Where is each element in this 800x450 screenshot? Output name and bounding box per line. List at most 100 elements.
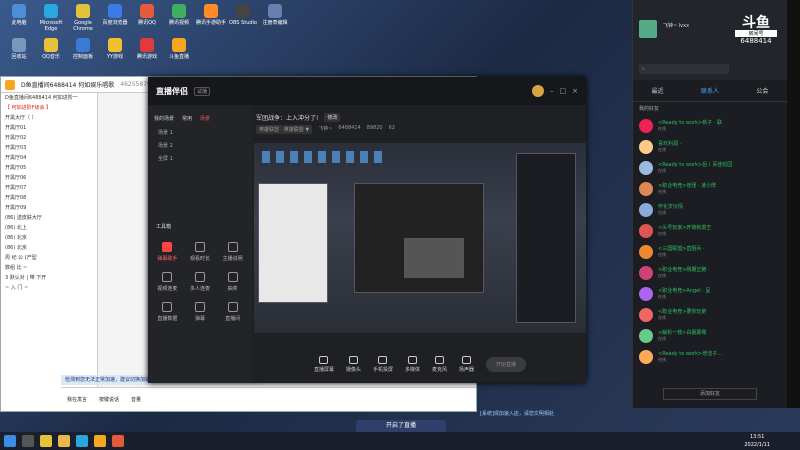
channel-row[interactable]: (86) 北上 [1, 223, 97, 233]
avatar[interactable] [639, 20, 657, 38]
channel-row[interactable]: ~ 入 门 ~ [1, 283, 97, 293]
assistant-header[interactable]: 直播伴侣 试播 – □ × [148, 77, 586, 105]
channel-row[interactable]: 开黑厅04 [1, 153, 97, 163]
channel-row[interactable]: 【 何如进阶F级会 】 [1, 103, 97, 113]
tool-icon [194, 242, 205, 252]
friends-tab[interactable]: 最近 [652, 86, 664, 95]
channel-row[interactable]: 开黑厅02 [1, 133, 97, 143]
channel-row[interactable]: (86) 送皮肤大厅 [1, 213, 97, 223]
client-bottom-button[interactable]: 按键说话 [99, 396, 119, 403]
desktop-icon[interactable]: Google Chrome [68, 4, 98, 32]
qq-icon[interactable] [76, 435, 88, 447]
online-count: 62 [388, 125, 395, 131]
client-bottom-button[interactable]: 音量 [131, 396, 141, 403]
tool-button[interactable]: 直播数据 [152, 302, 183, 322]
tool-button[interactable]: 多人连麦 [185, 272, 216, 292]
scene-item[interactable]: 场景 1 [148, 126, 252, 139]
avatar[interactable] [532, 85, 544, 97]
list-item[interactable]: <职业电竞>佳瑾 · 凌小阵 在线 [633, 178, 787, 199]
tab-2[interactable]: 场景 [200, 115, 210, 122]
scene-item[interactable]: 全屏 1 [148, 152, 252, 165]
desktop-icon[interactable]: YY游戏 [100, 38, 130, 60]
control-button[interactable]: 手机投屏 [373, 355, 393, 373]
category-select[interactable]: 英雄联盟 · 英雄联盟 ▼ [256, 125, 313, 134]
list-item[interactable]: 怀化岁仪情 在线 [633, 199, 787, 220]
desktop-icon[interactable]: 斗鱼直播 [164, 38, 194, 60]
live-started-tab[interactable]: 开启了直播 [356, 420, 446, 432]
channel-row[interactable]: D鱼直播间6488414 何如进阶一 [1, 93, 97, 103]
control-button[interactable]: 多媒体 [405, 355, 420, 373]
close-icon[interactable]: × [572, 87, 578, 95]
channel-row[interactable]: 开黑厅06 [1, 173, 97, 183]
desktop-icon[interactable]: 控制面板 [68, 38, 98, 60]
channel-row[interactable]: (86) 北京 [1, 243, 97, 253]
channel-row[interactable]: 3 默认对 | 带 下开 [1, 273, 97, 283]
channel-row[interactable]: 开黑大厅（ ） [1, 113, 97, 123]
search-icon[interactable] [22, 435, 34, 447]
desktop-icon[interactable]: 注册表编辑 [260, 4, 290, 26]
list-item[interactable]: <Ready to work>新子 · 联在线 [633, 115, 787, 136]
channel-row[interactable]: 开黑厅03 [1, 143, 97, 153]
channel-row[interactable]: 周 纪 公 (产型 [1, 253, 97, 263]
list-item[interactable]: <职业电竞>要你玩弟 在线 [633, 304, 787, 325]
channel-row[interactable]: 开黑厅07 [1, 183, 97, 193]
edit-title-button[interactable]: 修改 [324, 113, 341, 122]
start-live-button[interactable]: 开始直播 [486, 356, 527, 372]
channel-row[interactable]: 开黑厅08 [1, 193, 97, 203]
list-item[interactable]: <Ready to work>培洁子... 在线 [633, 346, 787, 367]
channel-row[interactable]: 开黑厅05 [1, 163, 97, 173]
client-bottom-button[interactable]: 我在发言 [67, 396, 87, 403]
yy-icon[interactable] [112, 435, 124, 447]
desktop-icon[interactable]: QQ音乐 [36, 38, 66, 60]
scene-item[interactable]: 场景 2 [148, 139, 252, 152]
channel-row[interactable]: 数组 比 ~ [1, 263, 97, 273]
list-item[interactable]: <职业电竞>Angel · 呈在线 [633, 283, 787, 304]
tool-icon [162, 242, 173, 252]
maximize-icon[interactable]: □ [560, 87, 567, 95]
friends-tab[interactable]: 公会 [756, 86, 768, 95]
desktop-icon[interactable]: 腾讯视频 [164, 4, 194, 26]
desktop-icon[interactable]: OBS Studio [228, 4, 258, 26]
desktop-icon[interactable]: Microsoft Edge [36, 4, 66, 32]
list-item[interactable]: <三国联盟>直阻兵 · 在线 [633, 241, 787, 262]
list-item[interactable]: <Ready to work>后丨百佳松园 在线 [633, 157, 787, 178]
channel-row[interactable]: (86) 北京 [1, 233, 97, 243]
desktop-icon[interactable]: 回收站 [4, 38, 34, 60]
friend-name: <头号玩家>开荷就虐王 [658, 225, 712, 231]
tab-0[interactable]: 我的场景 [154, 115, 174, 122]
add-friend-button[interactable]: 添加好友 [663, 388, 757, 400]
stream-preview[interactable] [254, 143, 586, 333]
control-button[interactable]: 直播屏幕 [314, 355, 334, 373]
windows-start-icon[interactable] [4, 435, 16, 447]
channel-row[interactable]: 开黑厅01 [1, 123, 97, 133]
tool-button[interactable]: 直播间 [217, 302, 248, 322]
tool-button[interactable]: 观看时长 [185, 242, 216, 262]
folder-icon[interactable] [58, 435, 70, 447]
tool-button[interactable]: 视频连麦 [152, 272, 183, 292]
desktop-icon[interactable]: 百度浏览器 [100, 4, 130, 26]
friends-tab[interactable]: 联系人 [701, 86, 719, 95]
list-item[interactable]: <解析一枝>白蕾蘑骞 在线 [633, 325, 787, 346]
minimize-icon[interactable]: – [550, 87, 554, 95]
chrome-icon[interactable] [40, 435, 52, 447]
list-item[interactable]: <职业电竞>刚期正脆 · 在线 [633, 262, 787, 283]
list-item[interactable]: 喜欢利润 · 在线 [633, 136, 787, 157]
control-button[interactable]: 麦克风 [432, 355, 447, 373]
tool-button[interactable]: 主播说明 [217, 242, 248, 262]
channel-row[interactable]: 开黑厅09 [1, 203, 97, 213]
list-item[interactable]: <头号玩家>开荷就虐王 在线 [633, 220, 787, 241]
tab-1[interactable]: 常用 [182, 115, 192, 122]
tool-button[interactable]: 抽奖 [217, 272, 248, 292]
tool-button[interactable]: 弹幕助手 [152, 242, 183, 262]
desktop-icon[interactable]: 腾讯手游助手 [196, 4, 226, 26]
friend-status: 在线 [658, 189, 666, 194]
system-clock[interactable]: 13:51 2022/1/11 [744, 433, 770, 449]
desktop-icon[interactable]: 此电脑 [4, 4, 34, 26]
control-button[interactable]: 扬声器 [459, 355, 474, 373]
desktop-icon[interactable]: 腾讯游戏 [132, 38, 162, 60]
control-button[interactable]: 摄像头 [346, 355, 361, 373]
search-input[interactable]: ⌕ [639, 64, 729, 74]
douyu-icon[interactable] [94, 435, 106, 447]
desktop-icon[interactable]: 腾讯QQ [132, 4, 162, 26]
tool-button[interactable]: 弹幕 [185, 302, 216, 322]
